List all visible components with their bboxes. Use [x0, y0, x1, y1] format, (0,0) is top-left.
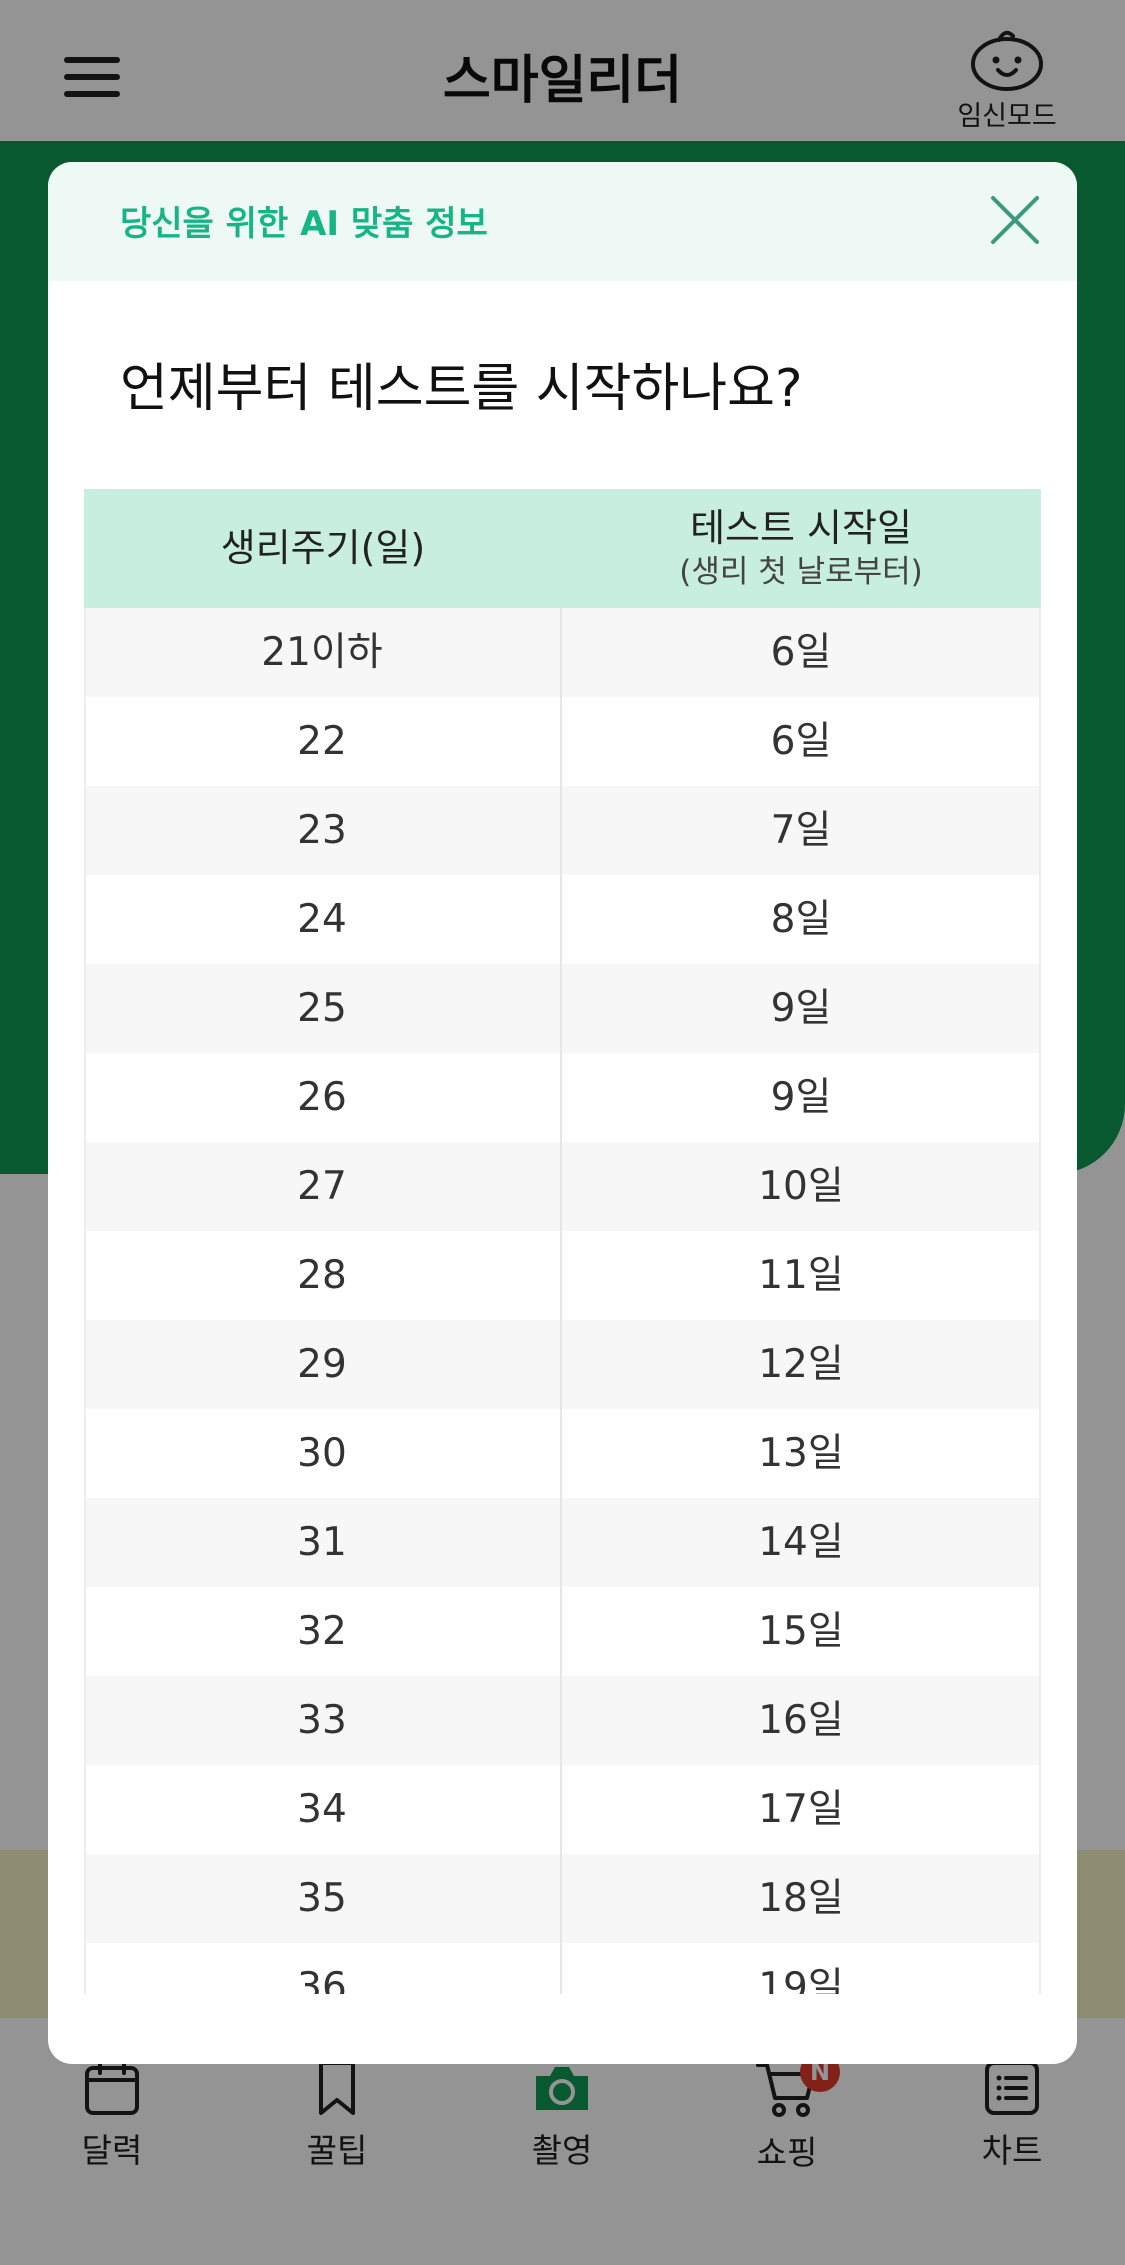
cycle-cell: 26 — [84, 1053, 562, 1142]
table-row: 31 14일 — [84, 1498, 1041, 1587]
modal-header: 당신을 위한 AI 맞춤 정보 — [48, 162, 1077, 281]
table-row: 22 6일 — [84, 697, 1041, 786]
modal-tag: 당신을 위한 AI 맞춤 정보 — [120, 204, 488, 244]
table-row: 28 11일 — [84, 1231, 1041, 1320]
cycle-cell: 31 — [84, 1498, 562, 1587]
table-row: 25 9일 — [84, 964, 1041, 1053]
table-row: 26 9일 — [84, 1053, 1041, 1142]
header-start-label: 테스트 시작일 — [690, 506, 912, 550]
start-day-cell: 8일 — [770, 897, 832, 942]
table-body: 21이하 6일 22 6일 23 7일 24 8일 25 9일 26 9일 27 10일 28 11일 29 12… — [84, 608, 1041, 1994]
cycle-cell: 36 — [84, 1943, 562, 1994]
table-row: 30 13일 — [84, 1409, 1041, 1498]
header-start: 테스트 시작일 (생리 첫 날로부터) — [562, 489, 1040, 608]
cycle-cell: 33 — [84, 1676, 562, 1765]
start-day-cell: 16일 — [758, 1698, 844, 1743]
table-row: 29 12일 — [84, 1320, 1041, 1409]
start-day-cell: 7일 — [770, 808, 832, 853]
table-row: 27 10일 — [84, 1142, 1041, 1231]
header-cycle: 생리주기(일) — [84, 489, 562, 608]
close-button[interactable] — [985, 190, 1045, 250]
table-header: 생리주기(일) 테스트 시작일 (생리 첫 날로부터) — [84, 489, 1041, 608]
test-start-table[interactable]: 생리주기(일) 테스트 시작일 (생리 첫 날로부터) 21이하 6일 22 6일 23… — [84, 489, 1041, 1994]
cycle-cell: 32 — [84, 1587, 562, 1676]
cycle-cell: 28 — [84, 1231, 562, 1320]
table-row: 32 15일 — [84, 1587, 1041, 1676]
start-day-cell: 17일 — [758, 1787, 844, 1832]
start-day-cell: 19일 — [758, 1965, 844, 1994]
cycle-cell: 30 — [84, 1409, 562, 1498]
start-day-cell: 6일 — [770, 630, 832, 675]
cycle-cell: 27 — [84, 1142, 562, 1231]
table-row: 34 17일 — [84, 1765, 1041, 1854]
cycle-cell: 21이하 — [84, 608, 562, 697]
header-cycle-label: 생리주기(일) — [220, 526, 426, 570]
cycle-cell: 29 — [84, 1320, 562, 1409]
cycle-cell: 23 — [84, 786, 562, 875]
table-row: 21이하 6일 — [84, 608, 1041, 697]
cycle-cell: 24 — [84, 875, 562, 964]
start-day-cell: 10일 — [758, 1164, 844, 1209]
header-start-sublabel: (생리 첫 날로부터) — [679, 554, 923, 590]
table-row: 36 19일 — [84, 1943, 1041, 1994]
modal-question: 언제부터 테스트를 시작하나요? — [120, 359, 803, 419]
start-day-cell: 6일 — [770, 719, 832, 764]
start-day-cell: 9일 — [770, 1075, 832, 1120]
cycle-cell: 22 — [84, 697, 562, 786]
table-row: 35 18일 — [84, 1854, 1041, 1943]
cycle-cell: 35 — [84, 1854, 562, 1943]
start-day-cell: 18일 — [758, 1876, 844, 1921]
ai-info-modal: 당신을 위한 AI 맞춤 정보 언제부터 테스트를 시작하나요? 생리주기(일)… — [48, 162, 1077, 2064]
table-row: 24 8일 — [84, 875, 1041, 964]
start-day-cell: 15일 — [758, 1609, 844, 1654]
start-day-cell: 14일 — [758, 1520, 844, 1565]
table-row: 33 16일 — [84, 1676, 1041, 1765]
start-day-cell: 12일 — [758, 1342, 844, 1387]
start-day-cell: 9일 — [770, 986, 832, 1031]
cycle-cell: 25 — [84, 964, 562, 1053]
close-icon — [991, 196, 1039, 244]
table-row: 23 7일 — [84, 786, 1041, 875]
cycle-cell: 34 — [84, 1765, 562, 1854]
start-day-cell: 13일 — [758, 1431, 844, 1476]
start-day-cell: 11일 — [758, 1253, 844, 1298]
